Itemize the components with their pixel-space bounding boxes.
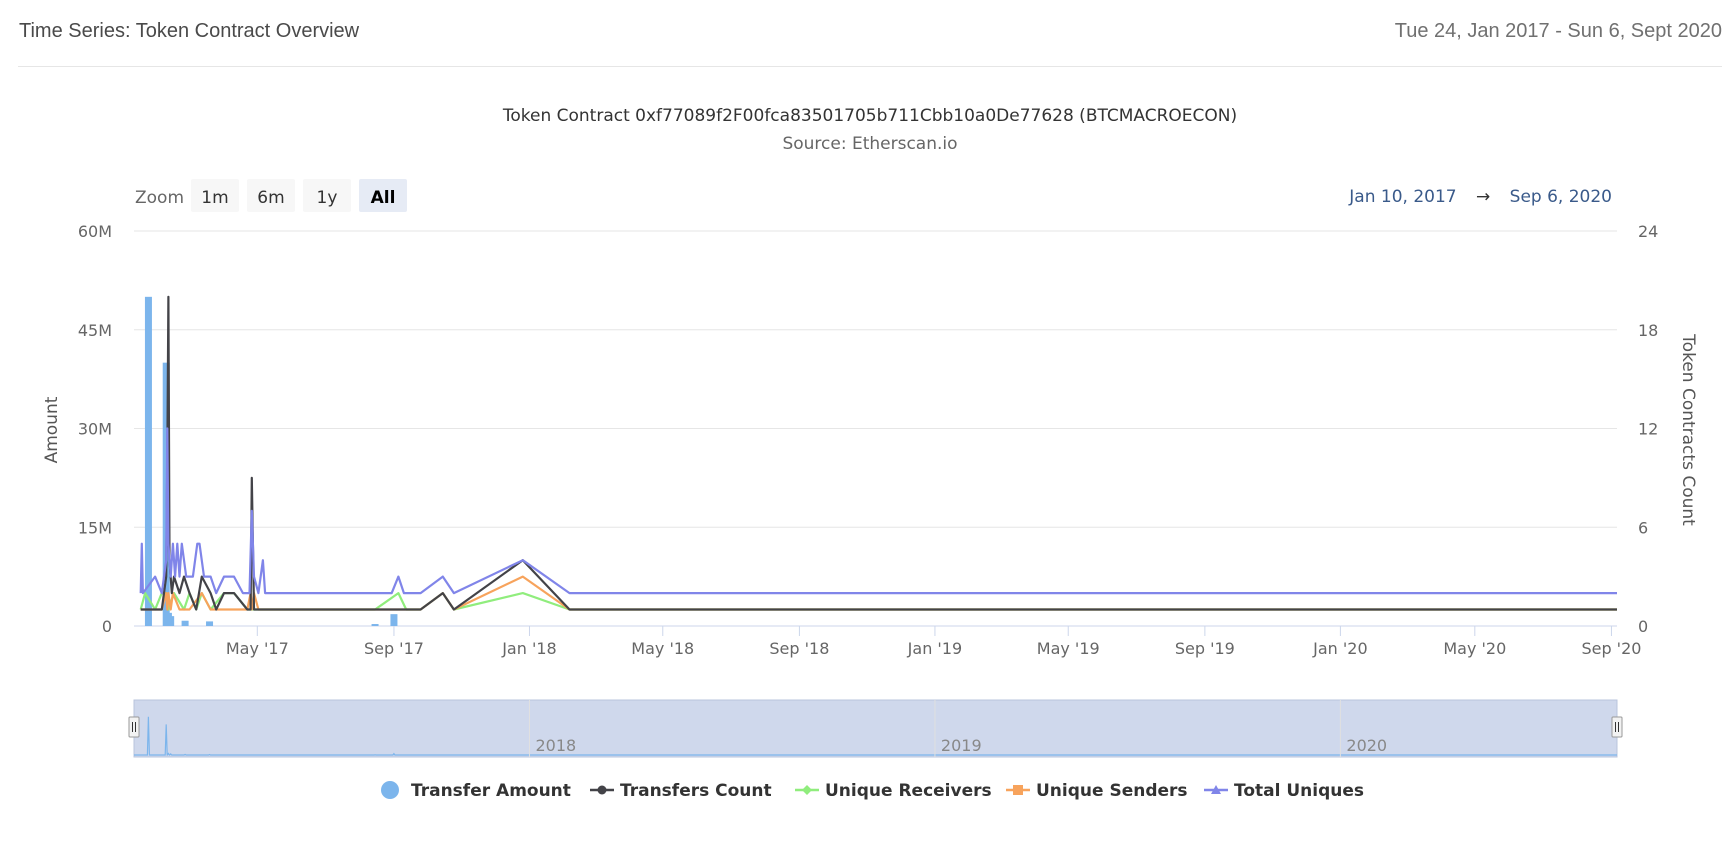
bar-transfer-amount[interactable] bbox=[181, 620, 189, 626]
legend: Transfer Amount Transfers Count Unique Rec… bbox=[381, 781, 1364, 801]
legend-symbol bbox=[381, 781, 399, 799]
x-tick-label: Jan '19 bbox=[907, 639, 963, 658]
x-tick-label: Sep '18 bbox=[769, 639, 829, 658]
legend-item-transfer-amount[interactable]: Transfer Amount bbox=[381, 781, 571, 801]
y-tick-label: 45M bbox=[78, 321, 112, 340]
navigator-year-label: 2018 bbox=[535, 736, 576, 755]
zoom-button-1m[interactable]: 1m bbox=[191, 179, 239, 212]
legend-label: Transfers Count bbox=[620, 781, 772, 801]
legend-label: Total Uniques bbox=[1234, 781, 1364, 801]
range-arrow: → bbox=[1476, 187, 1490, 207]
zoom-button-label: 1y bbox=[317, 188, 338, 208]
zoom-button-label: 1m bbox=[201, 188, 228, 208]
x-tick-label: Sep '20 bbox=[1581, 639, 1641, 658]
bar-transfer-amount[interactable] bbox=[206, 621, 214, 626]
bar-transfer-amount[interactable] bbox=[371, 624, 379, 626]
bar-series bbox=[144, 296, 398, 626]
y2-axis-title: Token Contracts Count bbox=[1678, 333, 1698, 526]
zoom-button-all[interactable]: All bbox=[359, 179, 407, 212]
chart: Token Contract 0xf77089f2F00fca83501705b… bbox=[42, 106, 1698, 801]
x-tick-label: Jan '20 bbox=[1312, 639, 1368, 658]
legend-item-unique-senders[interactable]: Unique Senders bbox=[1006, 781, 1188, 801]
y-tick-label: 30M bbox=[78, 420, 112, 439]
zoom-button-1y[interactable]: 1y bbox=[303, 179, 351, 212]
zoom-button-label: 6m bbox=[257, 188, 284, 208]
x-tick-label: May '17 bbox=[226, 639, 289, 658]
legend-label: Transfer Amount bbox=[411, 781, 571, 801]
y-tick-label: 15M bbox=[78, 518, 112, 537]
y2-tick-label: 18 bbox=[1638, 321, 1658, 340]
zoom-button-label: All bbox=[371, 188, 396, 208]
navigator-handle-right[interactable] bbox=[1611, 716, 1623, 738]
zoom-button-6m[interactable]: 6m bbox=[247, 179, 295, 212]
x-axis: May '17 Sep '17 Jan '18 May '18 Sep '18 Jan '… bbox=[226, 626, 1641, 658]
legend-symbol bbox=[802, 785, 812, 795]
navigator-year-label: 2019 bbox=[941, 736, 982, 755]
x-tick-label: May '20 bbox=[1443, 639, 1506, 658]
line-series bbox=[139, 295, 1617, 611]
x-tick-label: May '18 bbox=[631, 639, 694, 658]
range-from[interactable]: Jan 10, 2017 bbox=[1348, 187, 1456, 207]
line-unique-receivers[interactable] bbox=[139, 592, 1617, 611]
x-tick-label: Sep '17 bbox=[364, 639, 424, 658]
navigator-mask[interactable] bbox=[133, 699, 1618, 758]
zoom-buttons: 1m 6m 1y All bbox=[191, 179, 407, 212]
x-tick-label: May '19 bbox=[1037, 639, 1100, 658]
legend-label: Unique Senders bbox=[1036, 781, 1188, 801]
bar-transfer-amount[interactable] bbox=[144, 296, 152, 626]
y2-tick-label: 24 bbox=[1638, 222, 1658, 241]
zoom-label: Zoom bbox=[135, 188, 184, 208]
y2-tick-label: 0 bbox=[1638, 617, 1648, 636]
line-transfers-count[interactable] bbox=[140, 295, 1617, 611]
line-total-uniques[interactable] bbox=[139, 427, 1617, 595]
y2-axis: 0 6 12 18 24 bbox=[1638, 222, 1658, 636]
chart-title: Token Contract 0xf77089f2F00fca83501705b… bbox=[502, 106, 1237, 126]
chart-subtitle: Source: Etherscan.io bbox=[782, 134, 957, 154]
legend-symbol bbox=[597, 785, 607, 795]
bar-transfer-amount[interactable] bbox=[390, 614, 398, 626]
y-tick-label: 0 bbox=[102, 617, 112, 636]
legend-item-unique-receivers[interactable]: Unique Receivers bbox=[795, 781, 992, 801]
legend-symbol bbox=[1013, 785, 1023, 795]
grid bbox=[134, 230, 1617, 627]
y-axis: 0 15M 30M 45M 60M bbox=[78, 222, 112, 636]
navigator[interactable]: 2018 2019 2020 bbox=[128, 699, 1623, 758]
range-to[interactable]: Sep 6, 2020 bbox=[1510, 187, 1612, 207]
x-tick-label: Sep '19 bbox=[1175, 639, 1235, 658]
y2-tick-label: 6 bbox=[1638, 518, 1648, 537]
bar-transfer-amount[interactable] bbox=[167, 616, 175, 626]
navigator-handle-left[interactable] bbox=[128, 716, 140, 738]
navigator-year-label: 2020 bbox=[1346, 736, 1387, 755]
range-display: Jan 10, 2017 → Sep 6, 2020 bbox=[1348, 187, 1612, 207]
legend-item-transfers-count[interactable]: Transfers Count bbox=[590, 781, 772, 801]
legend-label: Unique Receivers bbox=[825, 781, 992, 801]
x-tick-label: Jan '18 bbox=[501, 639, 557, 658]
legend-item-total-uniques[interactable]: Total Uniques bbox=[1204, 781, 1364, 801]
y2-tick-label: 12 bbox=[1638, 420, 1658, 439]
y-tick-label: 60M bbox=[78, 222, 112, 241]
y-axis-title: Amount bbox=[42, 396, 62, 463]
